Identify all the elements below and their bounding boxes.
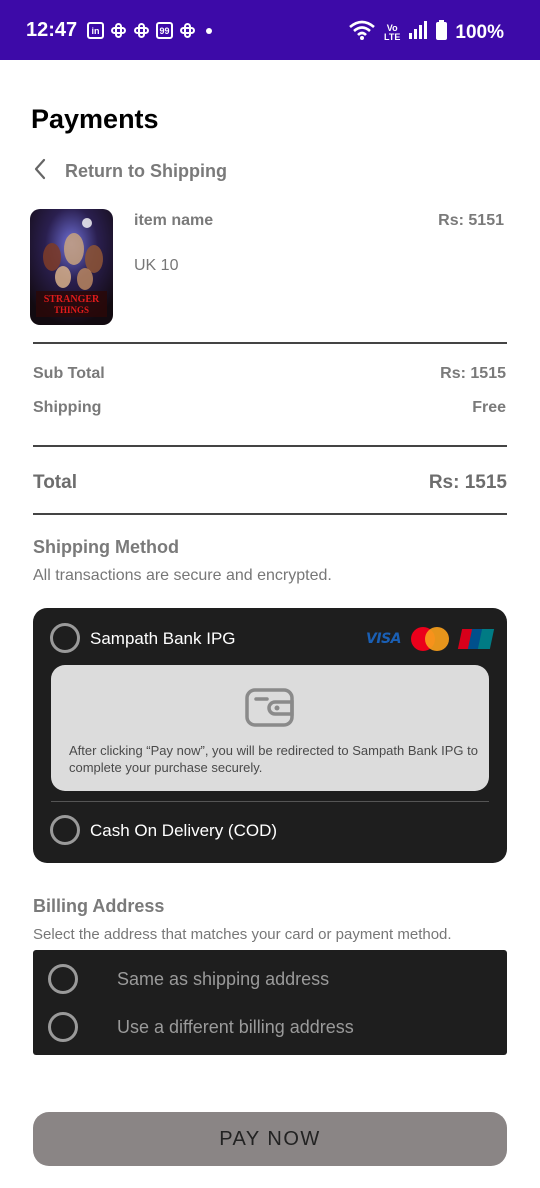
pay-now-button[interactable]: PAY NOW: [33, 1112, 507, 1166]
subtotal-label: Sub Total: [33, 365, 105, 382]
shipping-method-subtitle: All transactions are secure and encrypte…: [33, 567, 332, 584]
battery-icon: [436, 20, 448, 45]
divider: [33, 342, 507, 344]
status-bar: 12:47 in 99 Vo LTE 100%: [0, 0, 540, 60]
sampath-ipg-radio[interactable]: [50, 623, 80, 653]
slack-icon: [179, 22, 196, 39]
same-address-label[interactable]: Same as shipping address: [117, 969, 329, 990]
status-time: 12:47: [26, 19, 78, 41]
chevron-left-icon: [33, 158, 47, 185]
shipping-method-title: Shipping Method: [33, 537, 179, 557]
shipping-label: Shipping: [33, 399, 102, 416]
total-label: Total: [33, 472, 77, 493]
payment-method-card: Sampath Bank IPG VISA After clicking “Pa…: [33, 608, 507, 863]
wallet-icon: [245, 686, 295, 733]
total-value: Rs: 1515: [428, 472, 507, 493]
item-thumbnail: STRANGER THINGS: [30, 209, 113, 325]
item-price: Rs: 5151: [438, 212, 504, 229]
redirect-info-box: After clicking “Pay now”, you will be re…: [51, 665, 489, 791]
system-icons: Vo LTE 100%: [348, 20, 504, 45]
signal-icon: [408, 21, 428, 44]
mastercard-logo: [411, 627, 449, 651]
notification-dot-icon: [206, 27, 212, 34]
cod-label[interactable]: Cash On Delivery (COD): [90, 821, 277, 841]
wifi-icon: [348, 20, 376, 45]
volte-icon: Vo LTE: [384, 23, 401, 42]
volte-bottom-text: LTE: [384, 31, 401, 42]
slack-icon: [110, 22, 127, 39]
billing-address-subtitle: Select the address that matches your car…: [33, 926, 452, 943]
shipping-value: Free: [472, 399, 506, 416]
slack-icon: [133, 22, 150, 39]
different-address-label[interactable]: Use a different billing address: [117, 1017, 354, 1038]
99-icon: 99: [156, 22, 173, 39]
different-address-radio[interactable]: [48, 1012, 78, 1042]
subtotal-value: Rs: 1515: [440, 365, 506, 382]
unionpay-logo: [457, 629, 495, 649]
svg-text:THINGS: THINGS: [54, 305, 89, 315]
cod-radio[interactable]: [50, 815, 80, 845]
redirect-info-text: After clicking “Pay now”, you will be re…: [69, 743, 478, 775]
visa-logo: VISA: [366, 631, 401, 647]
battery-percent: 100%: [455, 21, 504, 43]
divider: [33, 445, 507, 447]
sampath-ipg-label[interactable]: Sampath Bank IPG: [90, 629, 236, 649]
page-title: Payments: [31, 104, 159, 134]
item-name: item name: [134, 212, 214, 229]
divider: [51, 801, 489, 802]
same-address-radio[interactable]: [48, 964, 78, 994]
return-to-shipping-link[interactable]: Return to Shipping: [33, 158, 227, 185]
linkedin-icon: in: [87, 22, 104, 39]
divider: [33, 513, 507, 515]
card-logos: VISA: [366, 627, 495, 651]
item-size: UK 10: [134, 257, 179, 274]
return-to-shipping-label: Return to Shipping: [65, 161, 227, 181]
billing-options-card: Same as shipping address Use a different…: [33, 950, 507, 1055]
poster-title-text: STRANGER: [44, 294, 100, 305]
billing-address-title: Billing Address: [33, 896, 165, 916]
notification-icons: in 99: [87, 22, 212, 39]
